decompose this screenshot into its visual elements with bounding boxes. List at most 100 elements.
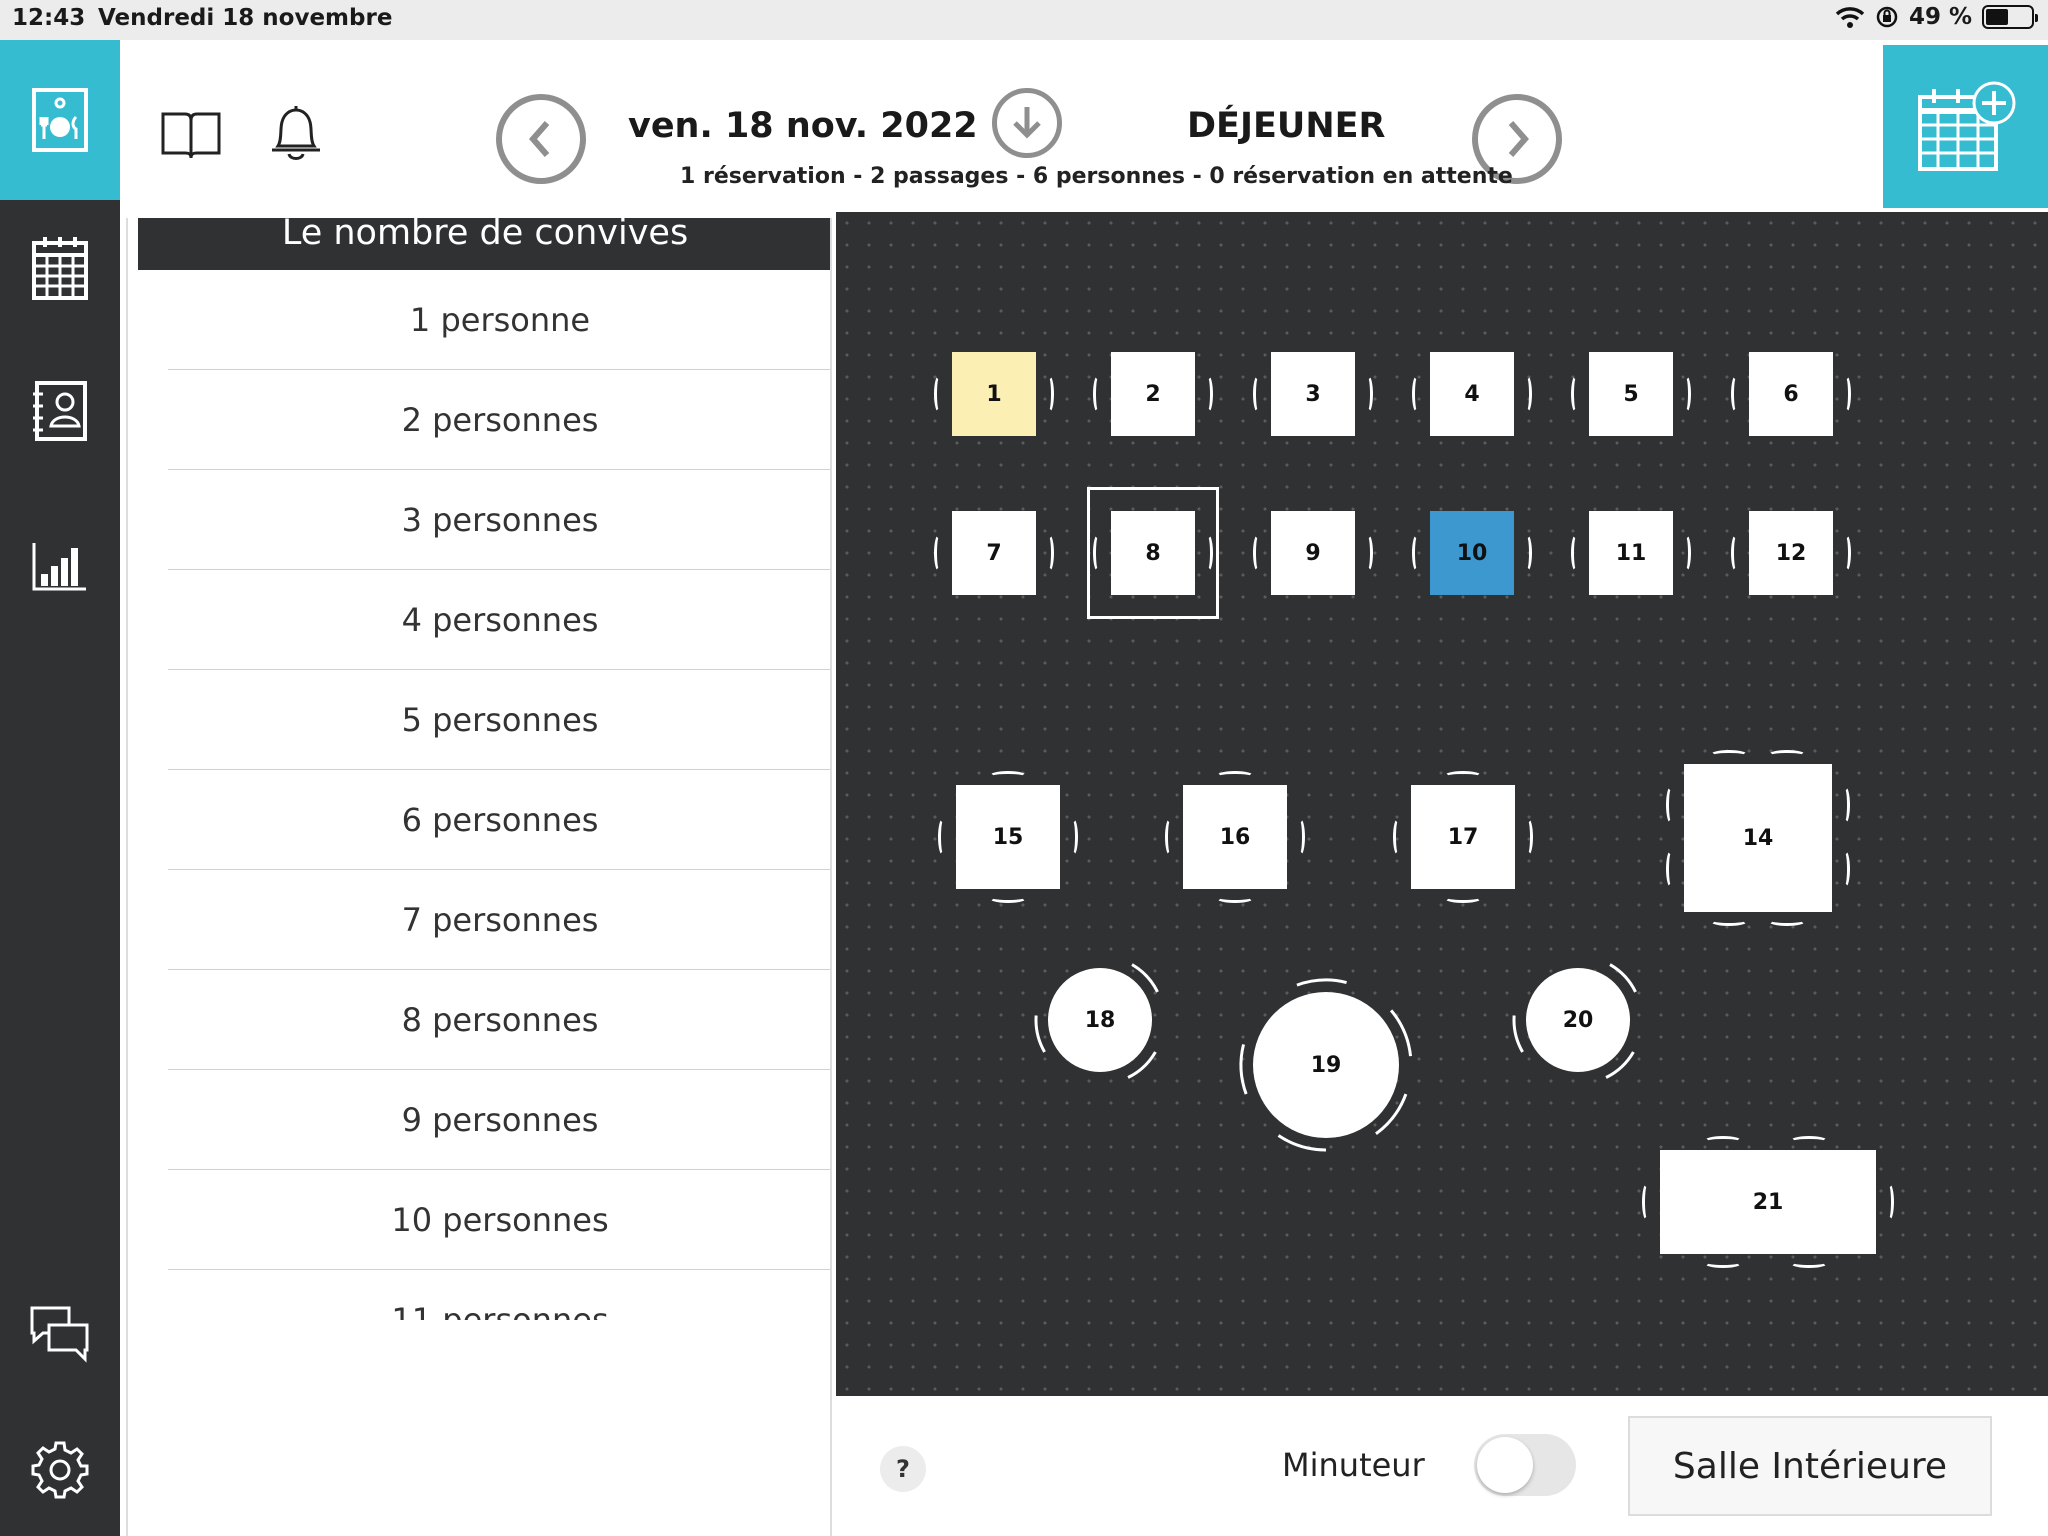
chair [1666,786,1676,824]
chair [1731,375,1741,413]
guest-option[interactable]: 9 personnes [168,1070,830,1170]
chair [1444,771,1482,781]
restaurant-icon [32,88,88,152]
chair [1840,850,1850,888]
chair [989,893,1027,903]
chair [1216,893,1254,903]
chair [1393,818,1403,856]
chair [1295,818,1305,856]
guests-panel: Le nombre de convives 1 personne 2 person… [126,218,832,1536]
guest-option[interactable]: 7 personnes [168,870,830,970]
guest-option[interactable]: 3 personnes [168,470,830,570]
help-button[interactable]: ? [880,1446,926,1492]
sidebar-item-chat[interactable] [0,1305,120,1365]
table-3[interactable]: 3 [1271,352,1355,436]
chair [1731,534,1741,572]
chair [1571,375,1581,413]
sidebar-item-settings[interactable] [0,1440,120,1500]
table-10[interactable]: 10 [1430,511,1514,595]
chair [934,375,944,413]
chair [1768,916,1806,926]
chair [1522,534,1532,572]
chair [1666,850,1676,888]
book-icon[interactable] [160,108,222,162]
table-2[interactable]: 2 [1111,352,1195,436]
service-name[interactable]: DÉJEUNER [1187,106,1385,146]
chair [1681,375,1691,413]
guest-option[interactable]: 10 personnes [168,1170,830,1270]
room-selector-button[interactable]: Salle Intérieure [1628,1416,1992,1516]
download-button[interactable] [992,88,1062,158]
table-6[interactable]: 6 [1749,352,1833,436]
sidebar [0,40,120,1536]
chair [1412,534,1422,572]
battery-percent: 49 % [1908,4,1972,30]
chair [1363,375,1373,413]
floor-footer: ? Minuteur Salle Intérieure [836,1396,2048,1536]
status-bar: 12:43 Vendredi 18 novembre 49 % [0,0,2048,40]
chair [1253,375,1263,413]
table-21[interactable]: 21 [1660,1150,1876,1254]
chair [934,534,944,572]
add-booking-icon [1917,81,2015,171]
table-9[interactable]: 9 [1271,511,1355,595]
table-17[interactable]: 17 [1411,785,1515,889]
table-12[interactable]: 12 [1749,511,1833,595]
calendar-icon [32,237,88,300]
table-15[interactable]: 15 [956,785,1060,889]
sidebar-item-restaurant[interactable] [0,40,120,200]
guests-panel-title: Le nombre de convives [138,218,830,270]
guest-option[interactable]: 11 personnes [168,1270,830,1321]
chair [1444,893,1482,903]
table-18[interactable]: 18 [1048,968,1152,1072]
sidebar-item-contacts[interactable] [0,380,120,442]
guest-option[interactable]: 5 personnes [168,670,830,770]
chair [1044,375,1054,413]
table-20[interactable]: 20 [1526,968,1630,1072]
guest-count-list[interactable]: 1 personne 2 personnes 3 personnes 4 person… [168,270,830,1321]
sidebar-item-stats[interactable] [0,540,120,592]
chair [1710,750,1748,760]
table-16[interactable]: 16 [1183,785,1287,889]
table-4[interactable]: 4 [1430,352,1514,436]
chair [1093,375,1103,413]
table-8[interactable]: 8 [1111,511,1195,595]
table-7[interactable]: 7 [952,511,1036,595]
chair [1203,375,1213,413]
table-11[interactable]: 11 [1589,511,1673,595]
guest-option[interactable]: 4 personnes [168,570,830,670]
service-date[interactable]: ven. 18 nov. 2022 [628,106,978,146]
timer-toggle[interactable] [1474,1434,1576,1496]
guest-option[interactable]: 6 personnes [168,770,830,870]
guest-option[interactable]: 1 personne [168,270,830,370]
chair [1642,1183,1652,1221]
guest-option[interactable]: 8 personnes [168,970,830,1070]
bell-icon[interactable] [268,102,324,164]
chair [1412,375,1422,413]
chair [1841,375,1851,413]
table-1[interactable]: 1 [952,352,1036,436]
timer-label: Minuteur [1282,1446,1425,1484]
stats-icon [32,543,86,591]
chair [1523,818,1533,856]
chair [1840,786,1850,824]
chair [1884,1183,1894,1221]
table-5[interactable]: 5 [1589,352,1673,436]
contacts-icon [33,381,87,441]
chair [1768,750,1806,760]
previous-icon [529,121,550,157]
chair [1681,534,1691,572]
table-14[interactable]: 14 [1684,764,1832,912]
guest-option[interactable]: 2 personnes [168,370,830,470]
add-booking-button[interactable] [1883,45,2048,208]
status-indicators: 49 % [1835,4,2038,30]
previous-day-button[interactable] [496,94,586,184]
sidebar-item-calendar[interactable] [0,235,120,301]
chair [1044,534,1054,572]
booking-summary: 1 réservation - 2 passages - 6 personnes… [680,164,1513,189]
chair [938,818,948,856]
status-date: Vendredi 18 novembre [98,5,393,31]
status-time: 12:43 [12,5,86,31]
table-19[interactable]: 19 [1253,992,1399,1138]
chair [989,771,1027,781]
